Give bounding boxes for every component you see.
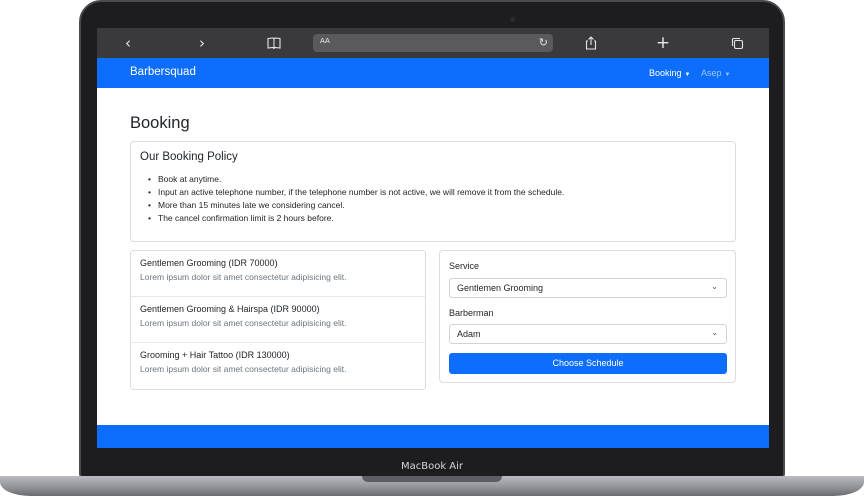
- service-name: Grooming + Hair Tattoo (IDR 130000): [140, 350, 290, 360]
- barberman-label: Barberman: [449, 308, 494, 318]
- address-bar[interactable]: AA ↻: [313, 34, 553, 52]
- tabs-icon[interactable]: [726, 33, 748, 53]
- chevron-left-icon[interactable]: ‹: [117, 33, 139, 53]
- service-name: Gentlemen Grooming & Hairspa (IDR 90000): [140, 304, 320, 314]
- tabs-icon-svg: [731, 37, 743, 50]
- policy-title: Our Booking Policy: [140, 151, 238, 163]
- app-navbar: Barbersquad Booking ▼ Asep ▼: [97, 58, 769, 88]
- model-label: MacBook Air: [400, 461, 464, 472]
- screen: ‹ › AA ↻ + Barbersquad Booking ▼ Asep ▼ …: [97, 28, 769, 448]
- page-title: Booking: [130, 114, 190, 132]
- reload-icon[interactable]: ↻: [539, 34, 548, 52]
- service-name: Gentlemen Grooming (IDR 70000): [140, 258, 278, 268]
- service-select[interactable]: Gentlemen Grooming ⌄: [449, 278, 727, 298]
- laptop-mockup: MacBook Air ‹ › AA ↻ + Barbersquad Booki…: [0, 0, 864, 496]
- booking-policy-card: Our Booking Policy Book at anytime. Inpu…: [130, 141, 736, 242]
- brand-link[interactable]: Barbersquad: [130, 66, 196, 78]
- service-description: Lorem ipsum dolor sit amet consectetur a…: [140, 272, 347, 282]
- policy-list: Book at anytime. Input an active telepho…: [148, 173, 564, 225]
- book-icon-svg: [267, 37, 281, 50]
- page-footer: [97, 425, 769, 448]
- policy-item: More than 15 minutes late we considering…: [148, 199, 564, 212]
- chevron-right-icon[interactable]: ›: [191, 33, 213, 53]
- policy-item: The cancel confirmation limit is 2 hours…: [148, 212, 564, 225]
- service-list-item[interactable]: Grooming + Hair Tattoo (IDR 130000) Lore…: [131, 343, 425, 389]
- barberman-select[interactable]: Adam ⌄: [449, 324, 727, 344]
- barberman-select-value: Adam: [457, 329, 481, 339]
- nav-booking-dropdown[interactable]: Booking ▼: [649, 68, 690, 78]
- share-icon-svg: [585, 36, 597, 50]
- service-select-value: Gentlemen Grooming: [457, 283, 544, 293]
- caret-down-icon: ▼: [684, 72, 691, 78]
- caret-down-icon: ▼: [724, 72, 731, 78]
- service-list: Gentlemen Grooming (IDR 70000) Lorem ips…: [130, 250, 426, 390]
- booking-form-card: Service Gentlemen Grooming ⌄ Barberman A…: [439, 250, 736, 383]
- nav-user-dropdown[interactable]: Asep ▼: [701, 68, 730, 78]
- choose-schedule-button[interactable]: Choose Schedule: [449, 353, 727, 374]
- share-icon[interactable]: [580, 33, 602, 53]
- plus-icon[interactable]: +: [652, 33, 674, 53]
- book-icon[interactable]: [263, 33, 285, 53]
- laptop-notch: [362, 476, 502, 482]
- browser-toolbar: ‹ › AA ↻ +: [97, 28, 769, 58]
- service-list-item[interactable]: Gentlemen Grooming & Hairspa (IDR 90000)…: [131, 297, 425, 343]
- chevron-down-icon: ⌄: [711, 282, 718, 291]
- service-description: Lorem ipsum dolor sit amet consectetur a…: [140, 318, 347, 328]
- reader-aa-label[interactable]: AA: [320, 37, 330, 45]
- service-label: Service: [449, 261, 480, 271]
- service-list-item[interactable]: Gentlemen Grooming (IDR 70000) Lorem ips…: [131, 251, 425, 297]
- nav-user-label: Asep: [701, 68, 722, 78]
- nav-booking-label: Booking: [649, 68, 682, 78]
- chevron-down-icon: ⌄: [711, 328, 718, 337]
- policy-item: Book at anytime.: [148, 173, 564, 186]
- policy-item: Input an active telephone number, if the…: [148, 186, 564, 199]
- camera-icon: [510, 17, 515, 22]
- service-description: Lorem ipsum dolor sit amet consectetur a…: [140, 364, 347, 374]
